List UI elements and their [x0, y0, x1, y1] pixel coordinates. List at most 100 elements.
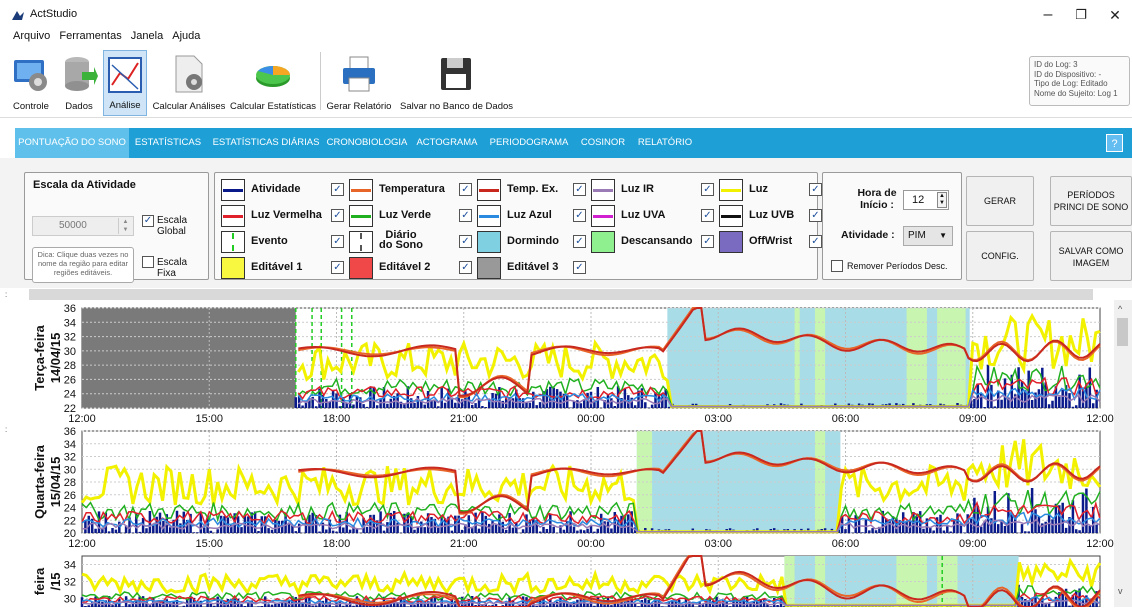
row-splitter-grip: :	[5, 425, 8, 434]
database-icon	[65, 57, 98, 91]
y-tick-label: 28	[64, 360, 76, 372]
rest-region	[906, 308, 927, 408]
legend-checkbox[interactable]: ✓	[809, 183, 822, 196]
legend-swatch	[719, 205, 743, 227]
horizontal-scrollbar[interactable]	[29, 289, 1093, 300]
toolbar-label: Salvar no Banco de Dados	[400, 101, 514, 112]
main-sleep-periods-button[interactable]: PERÍODOS PRINCI DE SONO	[1050, 176, 1132, 226]
chevron-down-icon: ▼	[939, 231, 947, 240]
start-hour-spinner[interactable]: ▲ ▼	[937, 192, 947, 208]
legend-item: Luz IR ✓	[591, 177, 717, 203]
gerar-button[interactable]: GERAR	[966, 176, 1034, 226]
y-tick-label: 32	[64, 332, 76, 344]
menu-ferramentas[interactable]: Ferramentas	[59, 30, 121, 42]
toolbar-separator	[320, 52, 321, 110]
tab-estatisticas-diarias[interactable]: ESTATÍSTICAS DIÁRIAS	[209, 128, 323, 158]
vertical-scrollbar[interactable]: ^ v	[1114, 300, 1132, 607]
weekday-label: feira	[32, 567, 47, 595]
rest-region	[814, 308, 826, 408]
legend-swatch	[349, 205, 373, 227]
title-bar: ActStudio – ❐ ✕	[0, 0, 1132, 30]
legend-checkbox[interactable]: ✓	[459, 209, 472, 222]
maximize-button[interactable]: ❐	[1066, 4, 1096, 26]
help-button[interactable]: ?	[1106, 134, 1123, 152]
legend-swatch	[221, 257, 245, 279]
tab-relatorio[interactable]: RELATÓRIO	[635, 128, 695, 158]
x-tick-label: 12:00	[1086, 413, 1114, 425]
legend-checkbox[interactable]: ✓	[459, 183, 472, 196]
tab-actograma[interactable]: ACTOGRAMA	[413, 128, 481, 158]
legend-checkbox[interactable]: ✓	[809, 235, 822, 248]
legend-item: Luz Azul ✓	[477, 203, 589, 229]
fixed-scale-checkbox[interactable]	[142, 256, 154, 268]
rest-region	[940, 308, 966, 408]
y-tick-label: 24	[64, 503, 76, 515]
legend-checkbox[interactable]: ✓	[573, 261, 586, 274]
legend-checkbox[interactable]: ✓	[701, 235, 714, 248]
tab-cosinor[interactable]: COSINOR	[575, 128, 631, 158]
scroll-up-icon[interactable]: ^	[1118, 304, 1122, 314]
scroll-down-icon[interactable]: v	[1118, 586, 1123, 596]
global-scale-label: Escala Global	[157, 215, 188, 237]
legend-label: Luz Azul	[507, 209, 552, 221]
toolbar-label: Calcular Análises	[152, 101, 226, 112]
legend-item: Temperatura ✓	[349, 177, 475, 203]
menu-ajuda[interactable]: Ajuda	[172, 30, 200, 42]
menu-arquivo[interactable]: Arquivo	[13, 30, 50, 42]
legend-checkbox[interactable]: ✓	[573, 209, 586, 222]
printer-icon	[343, 56, 375, 92]
tab-estatisticas[interactable]: ESTATÍSTICAS	[131, 128, 205, 158]
legend-item: Luz ✓	[719, 177, 825, 203]
activity-select[interactable]: PIM ▼	[903, 226, 953, 246]
x-tick-label: 12:00	[68, 413, 96, 425]
toolbar-label: Gerar Relatório	[326, 101, 392, 112]
calcular-analises-button[interactable]: Calcular Análises	[152, 50, 226, 116]
close-button[interactable]: ✕	[1100, 4, 1130, 26]
legend-checkbox[interactable]: ✓	[701, 209, 714, 222]
legend-checkbox[interactable]: ✓	[573, 235, 586, 248]
remove-periods-checkbox[interactable]	[831, 260, 843, 272]
actogram-chart-area: 36 34 32 30 28 26 24 22 12:00 15:00 18:00 21:00 00:0…	[0, 300, 1132, 608]
x-tick-label: 21:00	[450, 538, 478, 550]
legend-checkbox[interactable]: ✓	[459, 261, 472, 274]
legend-swatch	[349, 231, 373, 253]
analise-button[interactable]: Análise	[103, 50, 147, 116]
controle-button[interactable]: Controle	[7, 50, 55, 116]
legend-swatch	[719, 231, 743, 253]
legend-checkbox[interactable]: ✓	[331, 183, 344, 196]
config-button[interactable]: CONFIG.	[966, 231, 1034, 281]
legend-label: Descansando	[621, 235, 693, 247]
legend-item: Luz Vermelha ✓	[221, 203, 347, 229]
legend-swatch	[477, 257, 501, 279]
save-as-image-button[interactable]: SALVAR COMO IMAGEM	[1050, 231, 1132, 281]
legend-swatch	[221, 231, 245, 253]
gerar-relatorio-button[interactable]: Gerar Relatório	[326, 50, 392, 116]
legend-label: Editável 1	[251, 261, 303, 273]
scale-spinner[interactable]: ▲ ▼	[118, 218, 132, 234]
x-tick-label: 09:00	[959, 413, 987, 425]
toolbar-label: Dados	[65, 101, 93, 112]
legend-checkbox[interactable]: ✓	[573, 183, 586, 196]
menu-janela[interactable]: Janela	[131, 30, 163, 42]
tab-periodograma[interactable]: PERIODOGRAMA	[485, 128, 573, 158]
tab-pontuacao-sono[interactable]: PONTUAÇÃO DO SONO	[15, 128, 129, 158]
legend-checkbox[interactable]: ✓	[701, 183, 714, 196]
x-tick-label: 18:00	[323, 413, 351, 425]
x-tick-label: 06:00	[832, 413, 860, 425]
legend-checkbox[interactable]: ✓	[809, 209, 822, 222]
minimize-button[interactable]: –	[1033, 4, 1063, 26]
calcular-estatisticas-button[interactable]: Calcular Estatísticas	[230, 50, 316, 116]
edit-tip-box: Dica: Clique duas vezes no nome da regiã…	[32, 247, 134, 283]
salvar-banco-button[interactable]: Salvar no Banco de Dados	[400, 50, 514, 116]
toolbar-label: Controle	[13, 101, 49, 112]
global-scale-checkbox[interactable]: ✓	[142, 215, 154, 227]
legend-swatch	[221, 179, 245, 201]
legend-checkbox[interactable]: ✓	[331, 209, 344, 222]
legend-checkbox[interactable]: ✓	[459, 235, 472, 248]
legend-checkbox[interactable]: ✓	[331, 235, 344, 248]
legend-label: Luz UVB	[749, 209, 795, 221]
tab-cronobiologia[interactable]: CRONOBIOLOGIA	[325, 128, 409, 158]
scroll-thumb[interactable]	[1117, 318, 1128, 346]
legend-checkbox[interactable]: ✓	[331, 261, 344, 274]
dados-button[interactable]: Dados	[58, 50, 100, 116]
